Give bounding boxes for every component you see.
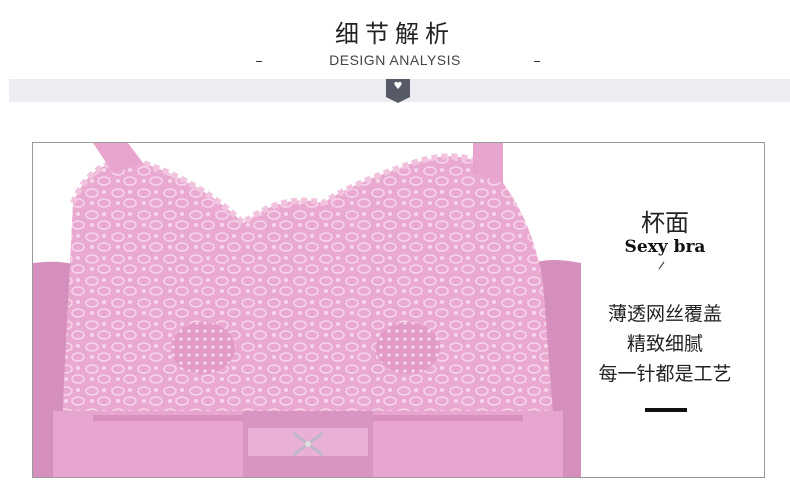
- accent-bar: [645, 408, 687, 412]
- desc-line-3: 每一针都是工艺: [598, 363, 732, 385]
- accent-tick: [658, 261, 665, 270]
- section-subtitle-row: DESIGN ANALYSIS: [0, 52, 790, 70]
- desc-line-1: 薄透网丝覆盖: [607, 303, 722, 325]
- product-photo: [33, 143, 581, 477]
- heart-icon: ♥: [393, 81, 403, 92]
- divider-tab-tip: [386, 97, 410, 103]
- lace-bra-image: [33, 143, 581, 477]
- detail-heading: 杯面: [641, 209, 689, 237]
- subtitle-dash-right: [534, 61, 540, 62]
- detail-description: 杯面 Sexy bra 薄透网丝覆盖 精致细腻 每一针都是工艺: [582, 143, 764, 477]
- desc-line-2: 精致细腻: [626, 333, 703, 355]
- section-subtitle: DESIGN ANALYSIS: [329, 52, 461, 68]
- section-title: 细节解析: [335, 20, 455, 48]
- detail-subheading: Sexy bra: [624, 237, 706, 257]
